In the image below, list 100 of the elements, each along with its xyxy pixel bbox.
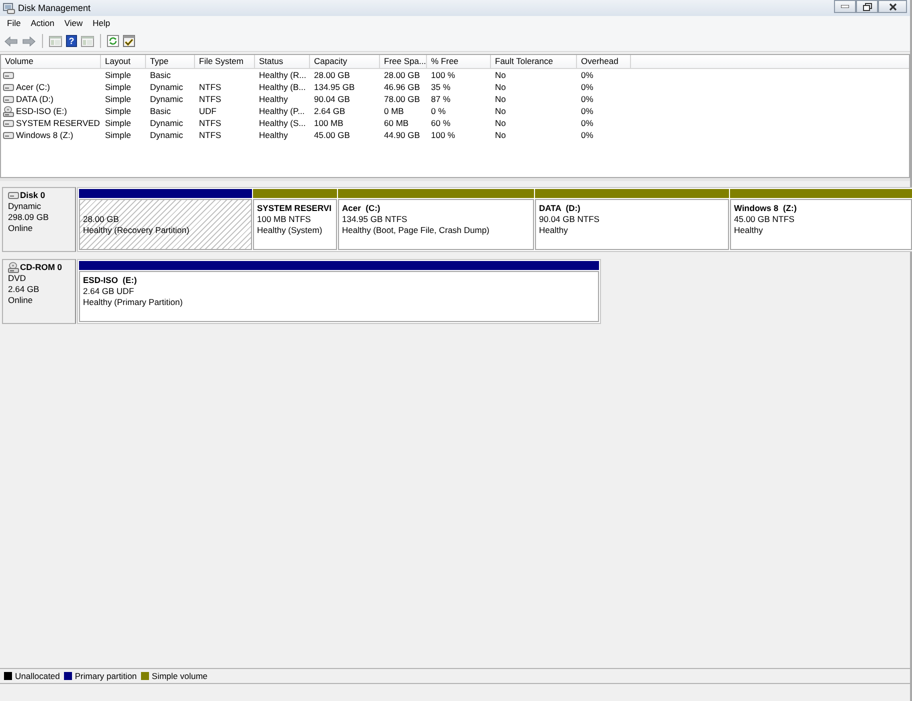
partition-name: Windows 8 (Z:) — [734, 203, 798, 214]
column-header[interactable]: % Free — [427, 55, 491, 69]
column-header[interactable]: Volume — [1, 55, 101, 69]
partition-box[interactable]: Acer (C:) 134.95 GB NTFS Healthy (Boot, Page File, Crash Dump) — [338, 199, 534, 250]
table-cell-text: Healthy (R... — [258, 69, 308, 81]
partition-size: 28.00 GB — [83, 214, 120, 225]
partition-status: Healthy (Primary Partition) — [83, 297, 184, 308]
legend-label: Simple volume — [152, 670, 208, 682]
partition-box[interactable]: DATA (D:) 90.04 GB NTFS Healthy — [535, 199, 729, 250]
table-cell-text: Simple — [104, 69, 132, 81]
table-cell-text: No — [494, 105, 507, 117]
close-button[interactable] — [878, 0, 907, 13]
help-button[interactable]: ? — [66, 35, 77, 47]
column-header[interactable]: Capacity — [310, 55, 380, 69]
menu-item[interactable]: Help — [88, 18, 116, 29]
table-cell-text: 0% — [580, 69, 594, 81]
table-cell-text: NTFS — [198, 93, 222, 105]
table-cell-text: Healthy (P... — [258, 105, 306, 117]
table-cell-text: Simple — [104, 93, 132, 105]
table-cell-text: 60 MB — [383, 117, 410, 129]
table-cell-text: NTFS — [198, 129, 222, 141]
table-cell-text: Basic — [149, 105, 172, 117]
partition-box[interactable]: ESD-ISO (E:) 2.64 GB UDF Healthy (Primary Partition) — [79, 271, 599, 322]
partition-box[interactable]: SYSTEM RESERVI 100 MB NTFS Healthy (System) — [253, 199, 337, 250]
table-cell-text: 0 % — [430, 105, 447, 117]
table-cell-text: No — [494, 81, 507, 93]
refresh-icon[interactable] — [107, 35, 119, 47]
menu-item[interactable]: File — [2, 18, 26, 29]
disk-type: Dynamic — [8, 201, 42, 212]
table-cell-text: Healthy — [258, 93, 289, 105]
partition-name: Acer (C:) — [342, 203, 382, 214]
table-cell-text: Healthy (S... — [258, 117, 307, 129]
cd-drive-icon — [8, 262, 19, 273]
partition-size: 100 MB NTFS — [257, 214, 312, 225]
column-header[interactable]: File System — [195, 55, 255, 69]
table-cell-text: NTFS — [198, 81, 222, 93]
window-check-icon[interactable] — [123, 35, 135, 47]
table-cell-text: UDF — [198, 105, 218, 117]
disk-status: Online — [8, 295, 34, 306]
restore-icon — [862, 2, 872, 10]
minimize-button[interactable] — [834, 0, 856, 13]
partition-size: 90.04 GB NTFS — [539, 214, 600, 225]
column-header[interactable]: Free Spa... — [380, 55, 427, 69]
table-cell-text: 0% — [580, 93, 594, 105]
partition-status: Healthy (System) — [257, 225, 324, 236]
legend-label: Primary partition — [74, 670, 137, 682]
table-cell-text: 134.95 GB — [313, 81, 356, 93]
table-cell-text: Dynamic — [149, 117, 184, 129]
drive-icon — [3, 132, 14, 138]
table-cell-text: 46.96 GB — [383, 81, 421, 93]
cd-drive-icon — [3, 106, 14, 116]
volume-name: DATA (D:) — [16, 93, 54, 105]
drive-icon — [3, 120, 14, 126]
column-header[interactable]: Type — [146, 55, 195, 69]
table-cell-text: Dynamic — [149, 93, 184, 105]
window-pane-icon[interactable] — [81, 36, 94, 46]
table-cell-text: Basic — [149, 69, 172, 81]
table-cell-text: 2.64 GB — [313, 105, 346, 117]
disk-label-panel[interactable]: CD-ROM 0 DVD 2.64 GB Online — [2, 259, 76, 324]
table-cell-text: Healthy (B... — [258, 81, 307, 93]
partition-box[interactable]: Windows 8 (Z:) 45.00 GB NTFS Healthy — [730, 199, 912, 250]
column-header[interactable]: Status — [255, 55, 310, 69]
partition-box[interactable]: 28.00 GB Healthy (Recovery Partition) — [79, 199, 252, 250]
table-cell-text: 0 MB — [383, 105, 405, 117]
minimize-icon — [841, 5, 849, 8]
menu-item[interactable]: Action — [26, 18, 60, 29]
drive-icon — [3, 72, 14, 78]
volume-name: Acer (C:) — [16, 81, 50, 93]
disk-size: 2.64 GB — [8, 284, 40, 295]
menu-item[interactable]: View — [59, 18, 88, 29]
table-cell-text: 60 % — [430, 117, 452, 129]
disk-size: 298.09 GB — [8, 212, 50, 223]
table-cell-text: No — [494, 93, 507, 105]
volume-name: Windows 8 (Z:) — [16, 129, 74, 141]
disk-name: CD-ROM 0 — [20, 262, 62, 273]
partition-name: ESD-ISO (E:) — [83, 275, 138, 286]
partition-status: Healthy (Boot, Page File, Crash Dump) — [342, 225, 490, 236]
table-cell-text: 28.00 GB — [313, 69, 351, 81]
app-icon — [3, 2, 15, 14]
volume-name: ESD-ISO (E:) — [16, 105, 68, 117]
disk-label-panel[interactable]: Disk 0 Dynamic 298.09 GB Online — [2, 187, 76, 252]
drive-icon — [3, 84, 14, 90]
table-cell-text: 90.04 GB — [313, 93, 351, 105]
column-header[interactable]: Fault Tolerance — [491, 55, 577, 69]
column-header[interactable]: Layout — [101, 55, 146, 69]
column-header[interactable]: Overhead — [577, 55, 631, 69]
disk-status: Online — [8, 223, 34, 234]
window-title: Disk Management — [18, 2, 91, 14]
table-cell-text: 0% — [580, 81, 594, 93]
partition-status: Healthy — [734, 225, 764, 236]
table-cell-text: 0% — [580, 105, 594, 117]
volume-name: SYSTEM RESERVED — [16, 117, 100, 129]
partition-name: DATA (D:) — [539, 203, 582, 214]
partition-size: 45.00 GB NTFS — [734, 214, 796, 225]
table-cell-text: 35 % — [430, 81, 452, 93]
restore-button[interactable] — [856, 0, 878, 13]
window-pane-icon[interactable] — [49, 36, 62, 46]
table-cell-text: 100 % — [430, 129, 456, 141]
table-cell-text: Dynamic — [149, 81, 184, 93]
partition-name: SYSTEM RESERVI — [257, 203, 332, 214]
